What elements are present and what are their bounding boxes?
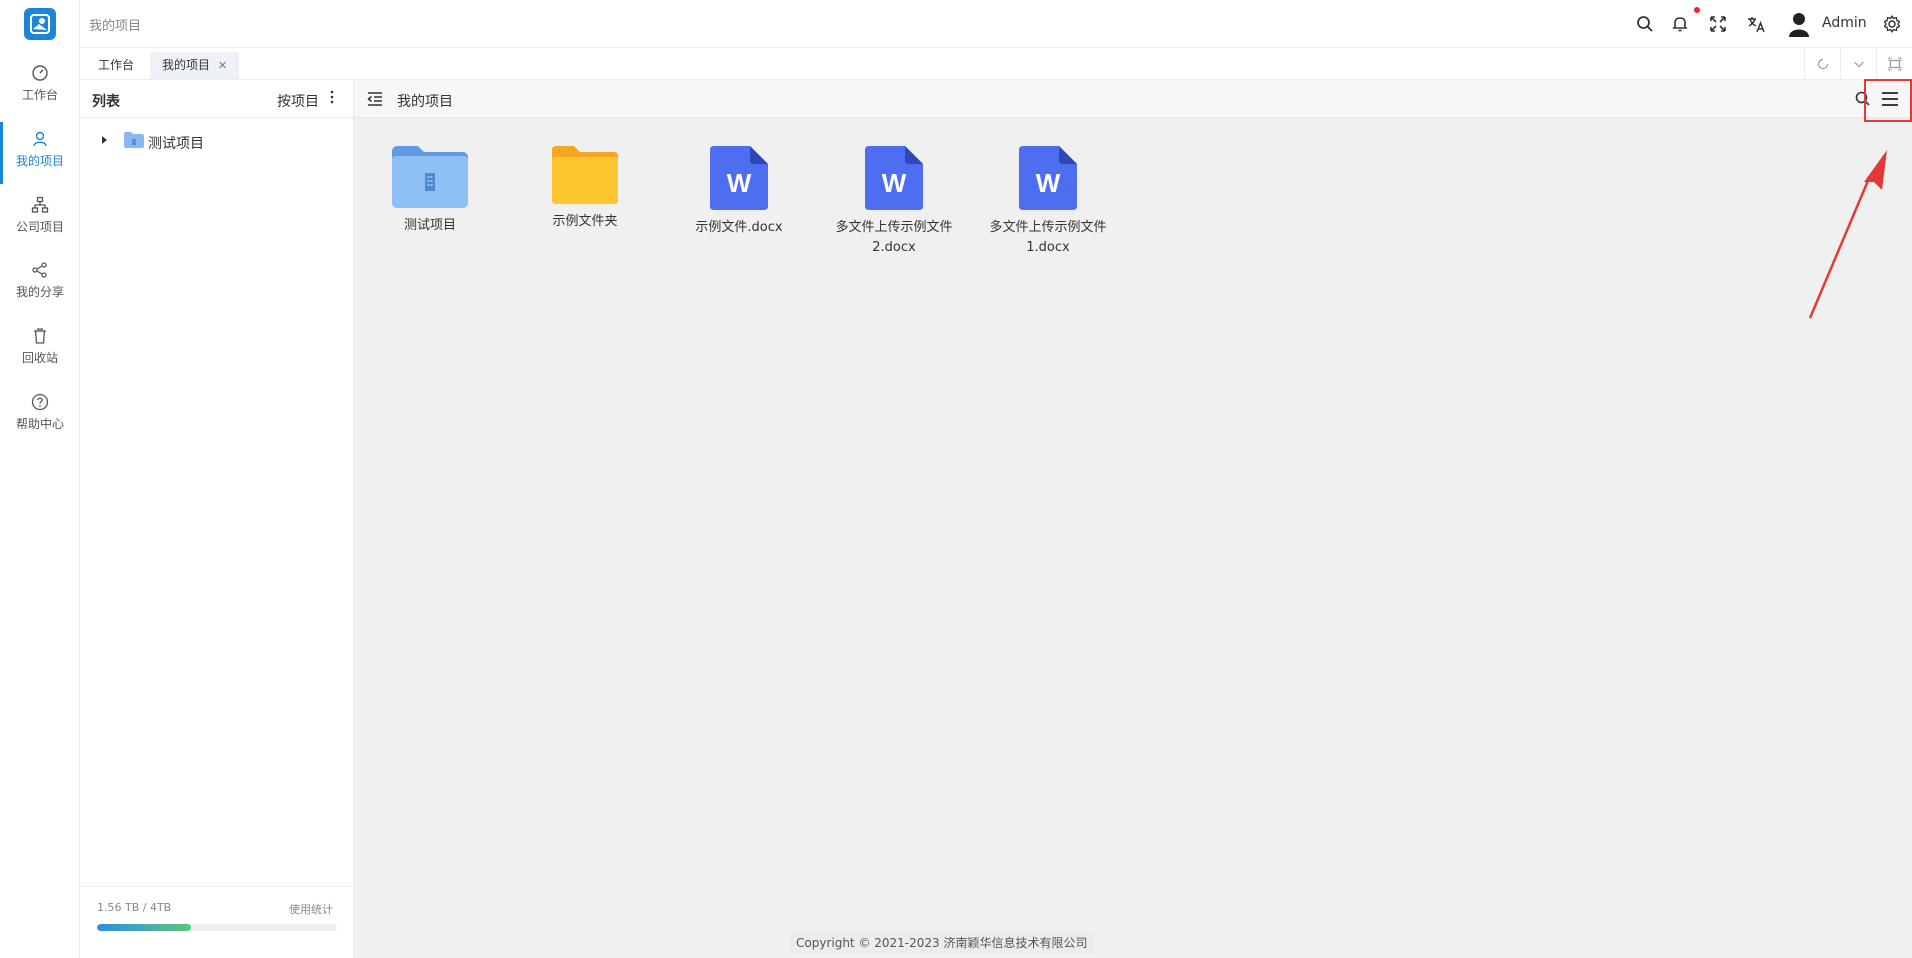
file-item[interactable]: W 多文件上传示例文件2.docx — [824, 146, 964, 258]
fullscreen-icon[interactable] — [1708, 14, 1728, 34]
main-title: 我的项目 — [397, 94, 453, 110]
project-folder-icon — [124, 132, 144, 148]
tree-node-label: 测试项目 — [148, 136, 204, 152]
nav-item-help-center[interactable]: 帮助中心 — [0, 385, 80, 447]
nav-label: 帮助中心 — [15, 417, 64, 431]
file-item[interactable]: W 示例文件.docx — [669, 146, 809, 238]
share-icon — [32, 262, 47, 278]
collapse-sidebar-icon[interactable] — [366, 90, 384, 108]
avatar-icon[interactable] — [1787, 11, 1811, 37]
refresh-button[interactable] — [1804, 48, 1840, 80]
translate-icon[interactable] — [1746, 14, 1766, 34]
dashboard-icon — [32, 65, 48, 81]
file-name: 示例文件.docx — [695, 220, 783, 235]
file-item[interactable]: W 多文件上传示例文件1.docx — [978, 146, 1118, 258]
file-item[interactable]: 测试项目 — [360, 146, 500, 236]
tab-my-projects[interactable]: 我的项目 ✕ — [150, 52, 240, 79]
sort-by-project[interactable]: 按项目 — [277, 91, 319, 111]
file-name: 多文件上传示例文件1.docx — [989, 220, 1107, 255]
notification-dot — [1694, 7, 1700, 13]
word-file-icon: W — [1019, 146, 1077, 210]
file-item[interactable]: 示例文件夹 — [515, 146, 655, 232]
word-file-icon: W — [710, 146, 768, 210]
file-name: 测试项目 — [403, 218, 456, 233]
word-file-icon: W — [865, 146, 923, 210]
main-area: 我的项目 测试项目 示例文件夹 W 示例文件.docx W 多文件上传示例文件2… — [354, 79, 1912, 958]
caret-right-icon[interactable] — [102, 136, 107, 144]
nav-label: 我的分享 — [15, 285, 64, 299]
maximize-icon — [1888, 57, 1902, 71]
chevron-down-icon — [1854, 61, 1864, 68]
tab-bar: 工作台 我的项目 ✕ — [80, 48, 1912, 80]
trash-icon — [34, 328, 46, 344]
tree-node[interactable]: 测试项目 — [80, 128, 354, 154]
gear-icon[interactable] — [1882, 14, 1902, 34]
annotation-arrow-icon — [1808, 150, 1887, 319]
nav-item-my-projects[interactable]: 我的项目 — [0, 122, 80, 184]
project-folder-icon — [392, 146, 468, 208]
tab-label: 我的项目 — [162, 58, 211, 72]
list-title: 列表 — [92, 94, 120, 110]
maximize-button[interactable] — [1876, 48, 1912, 80]
breadcrumb: 我的项目 — [89, 19, 142, 34]
tab-dropdown-button[interactable] — [1840, 48, 1876, 80]
close-icon[interactable]: ✕ — [218, 59, 227, 72]
storage-usage: 1.56 TB / 4TB 使用统计 — [80, 886, 354, 958]
svg-text:W: W — [727, 168, 752, 198]
storage-usage-text: 1.56 TB / 4TB — [97, 901, 172, 914]
app-logo[interactable] — [24, 8, 56, 40]
tab-label: 工作台 — [98, 58, 135, 72]
list-panel: 列表 按项目 测试项目 1.56 TB / 4TB 使用统计 — [80, 80, 354, 958]
copyright-text: Copyright © 2021-2023 济南颖华信息技术有限公司 — [790, 932, 1094, 953]
user-name[interactable]: Admin — [1822, 15, 1867, 31]
svg-text:W: W — [1036, 168, 1061, 198]
file-name: 示例文件夹 — [552, 214, 618, 229]
usage-stats-link[interactable]: 使用统计 — [289, 901, 333, 917]
refresh-icon — [1817, 58, 1829, 70]
search-icon[interactable] — [1635, 14, 1655, 34]
nav-item-workbench[interactable]: 工作台 — [0, 56, 80, 118]
storage-progress-bar — [97, 924, 337, 931]
org-icon — [31, 196, 49, 213]
logo-icon — [30, 14, 50, 34]
bell-icon[interactable] — [1670, 14, 1690, 34]
nav-item-company-projects[interactable]: 公司项目 — [0, 188, 80, 250]
nav-label: 工作台 — [21, 88, 58, 102]
file-name: 多文件上传示例文件2.docx — [835, 220, 953, 255]
tab-workbench[interactable]: 工作台 — [86, 52, 146, 79]
nav-label: 公司项目 — [15, 220, 64, 234]
main-header: 我的项目 — [354, 79, 1912, 122]
top-bar: 我的项目 Admin — [80, 0, 1912, 48]
nav-label: 我的项目 — [15, 154, 64, 168]
nav-item-recycle-bin[interactable]: 回收站 — [0, 319, 80, 381]
nav-item-my-shares[interactable]: 我的分享 — [0, 253, 80, 315]
storage-progress-fill — [97, 924, 191, 931]
list-header: 列表 按项目 — [80, 80, 354, 118]
user-icon — [33, 131, 47, 147]
more-vertical-icon[interactable] — [329, 88, 335, 108]
left-nav: 工作台 我的项目 公司项目 我的分享 回收站 帮助中心 — [0, 0, 80, 958]
nav-label: 回收站 — [21, 351, 58, 365]
folder-icon — [552, 146, 618, 204]
help-icon — [31, 393, 49, 411]
svg-text:W: W — [882, 168, 907, 198]
